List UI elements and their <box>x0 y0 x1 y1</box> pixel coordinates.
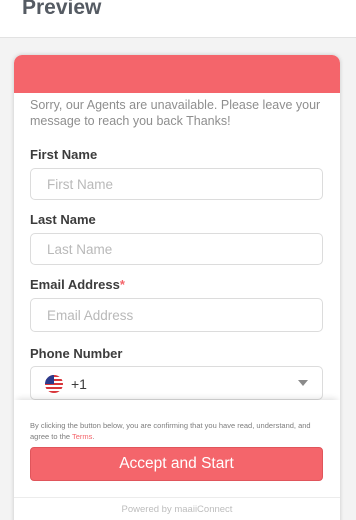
unavailable-notice: Sorry, our Agents are unavailable. Pleas… <box>30 98 321 128</box>
email-label: Email Address* <box>30 277 125 292</box>
footer-panel: By clicking the button below, you are co… <box>14 400 340 520</box>
dial-code: +1 <box>71 376 87 392</box>
first-name-input[interactable] <box>30 168 323 200</box>
page-title: Preview <box>22 0 102 19</box>
powered-by-text: Powered by maaiiConnect <box>121 504 233 515</box>
widget-header-bar <box>14 55 340 93</box>
chat-widget: Sorry, our Agents are unavailable. Pleas… <box>14 55 340 520</box>
email-input[interactable] <box>30 298 323 332</box>
required-asterisk: * <box>119 277 125 292</box>
accept-and-start-button[interactable]: Accept and Start <box>30 447 323 481</box>
page-header: Preview <box>0 0 356 38</box>
last-name-label: Last Name <box>30 212 96 227</box>
phone-country-select[interactable]: +1 <box>30 366 323 400</box>
us-flag-icon <box>45 375 63 393</box>
footer-divider <box>14 497 340 498</box>
last-name-input[interactable] <box>30 233 323 265</box>
consent-end: . <box>92 432 95 441</box>
email-label-text: Email Address <box>30 277 120 292</box>
phone-label: Phone Number <box>30 346 123 361</box>
consent-text: By clicking the button below, you are co… <box>30 420 326 442</box>
first-name-label: First Name <box>30 147 98 162</box>
chevron-down-icon[interactable] <box>298 380 308 386</box>
terms-link[interactable]: Terms <box>72 432 92 441</box>
